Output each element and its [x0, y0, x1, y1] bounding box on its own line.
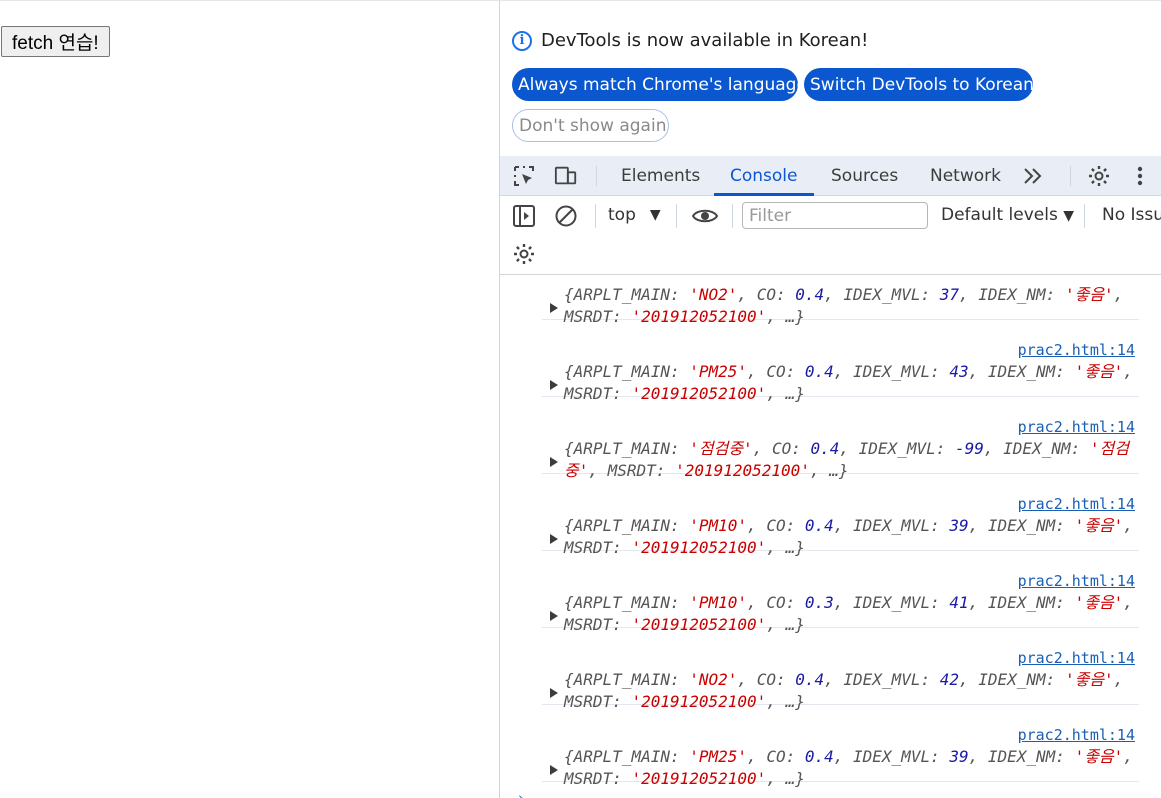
language-infobar: i DevTools is now available in Korean! A… — [500, 1, 1161, 156]
console-log-entry: prac2.html:14 {ARPLT_MAIN: 'NO2', CO: 0.4… — [542, 628, 1139, 711]
tab-console[interactable]: Console — [730, 156, 798, 196]
clear-console-icon[interactable] — [554, 204, 578, 228]
expand-arrow-icon[interactable] — [550, 534, 558, 544]
devtools-panel: i DevTools is now available in Korean! A… — [499, 0, 1161, 798]
console-log-entry: prac2.html:14 {ARPLT_MAIN: '점검중', CO: 0.4… — [542, 397, 1139, 480]
sidebar-toggle-icon[interactable] — [512, 204, 536, 228]
settings-gear-icon[interactable] — [1087, 164, 1111, 188]
more-tabs-icon[interactable] — [1021, 164, 1045, 188]
dropdown-caret-icon: ▼ — [649, 207, 661, 223]
console-log-entry: prac2.html:14 {ARPLT_MAIN: 'PM25', CO: 0.… — [542, 705, 1139, 788]
source-link[interactable]: prac2.html:14 — [1018, 726, 1135, 744]
console-settings-gear-icon[interactable] — [512, 242, 536, 266]
devtools-tabbar: Elements Console Sources Network — [500, 156, 1161, 196]
issues-counter[interactable]: No Issu — [1102, 205, 1161, 225]
more-options-icon[interactable] — [1128, 164, 1152, 188]
inspected-page: fetch 연습! — [0, 0, 499, 798]
expand-arrow-icon[interactable] — [550, 457, 558, 467]
match-chrome-language-button[interactable]: Always match Chrome's language — [512, 68, 807, 101]
log-levels-label: Default levels — [941, 205, 1058, 225]
source-link[interactable]: prac2.html:14 — [1018, 572, 1135, 590]
console-messages: › {ARPLT_MAIN: 'NO2', CO: 0.4, IDEX_MVL:… — [500, 275, 1161, 798]
console-log-entry: prac2.html:14 {ARPLT_MAIN: 'PM10', CO: 0.… — [542, 551, 1139, 634]
log-object-preview[interactable]: {ARPLT_MAIN: 'PM25', CO: 0.4, IDEX_MVL: … — [564, 746, 1141, 790]
toolbar-separator — [595, 204, 596, 228]
toolbar-separator — [596, 166, 597, 186]
inspect-element-icon[interactable] — [512, 164, 536, 188]
console-log-entry: prac2.html:14 {ARPLT_MAIN: 'PM10', CO: 0.… — [542, 474, 1139, 557]
expand-arrow-icon[interactable] — [550, 611, 558, 621]
filter-input[interactable] — [742, 202, 928, 229]
infobar-message: DevTools is now available in Korean! — [541, 30, 869, 51]
tab-network[interactable]: Network — [930, 156, 1001, 196]
console-log-entry: prac2.html:14 {ARPLT_MAIN: 'PM25', CO: 0.… — [542, 320, 1139, 403]
source-link[interactable]: prac2.html:14 — [1018, 418, 1135, 436]
toolbar-separator — [1070, 166, 1071, 186]
info-icon: i — [512, 30, 532, 51]
infobar-message-row: i DevTools is now available in Korean! — [512, 30, 868, 51]
dont-show-again-button[interactable]: Don't show again — [512, 109, 669, 142]
expand-arrow-icon[interactable] — [550, 380, 558, 390]
expand-arrow-icon[interactable] — [550, 688, 558, 698]
console-prompt-icon[interactable]: › — [518, 789, 524, 798]
toolbar-separator — [1084, 204, 1085, 228]
dropdown-caret-icon: ▼ — [1063, 208, 1074, 224]
context-selector-value: top — [608, 205, 636, 225]
console-log-entry: {ARPLT_MAIN: 'NO2', CO: 0.4, IDEX_MVL: 3… — [542, 275, 1139, 326]
toolbar-separator — [732, 204, 733, 228]
device-toolbar-icon[interactable] — [554, 164, 578, 188]
tab-elements[interactable]: Elements — [621, 156, 700, 196]
switch-to-korean-button[interactable]: Switch DevTools to Korean — [804, 68, 1034, 101]
expand-arrow-icon[interactable] — [550, 765, 558, 775]
toolbar-separator — [676, 204, 677, 228]
fetch-practice-button[interactable]: fetch 연습! — [1, 26, 110, 57]
source-link[interactable]: prac2.html:14 — [1018, 495, 1135, 513]
source-link[interactable]: prac2.html:14 — [1018, 341, 1135, 359]
console-toolbar: top ▼ Default levels ▼ No Issu — [500, 196, 1161, 275]
tab-sources[interactable]: Sources — [831, 156, 898, 196]
source-link[interactable]: prac2.html:14 — [1018, 649, 1135, 667]
context-selector[interactable]: top ▼ — [608, 205, 661, 225]
log-levels-dropdown[interactable]: Default levels ▼ — [941, 205, 1074, 225]
live-expression-eye-icon[interactable] — [690, 204, 720, 228]
expand-arrow-icon[interactable] — [550, 303, 558, 313]
